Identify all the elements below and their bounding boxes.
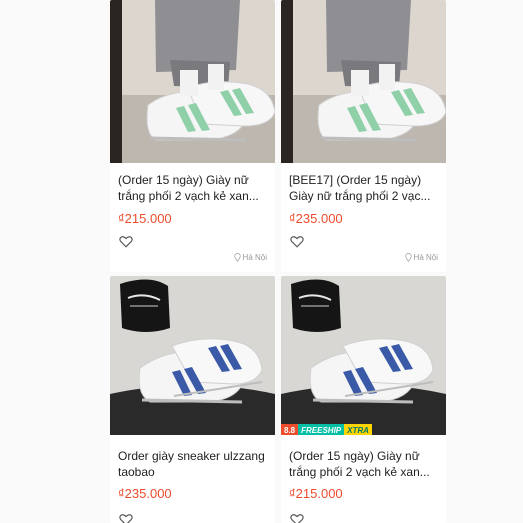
product-title[interactable]: (Order 15 ngày) Giày nữ trắng phối 2 vạc… [118, 172, 267, 204]
location-text: Hà Nội [242, 253, 267, 262]
product-title[interactable]: [BEE17] (Order 15 ngày) Giày nữ trắng ph… [289, 172, 438, 204]
product-title[interactable]: Order giày sneaker ulzzang taobao [118, 448, 267, 480]
freeship-label: FREESHIP [298, 424, 345, 435]
heart-outline-icon[interactable] [119, 513, 133, 523]
product-image[interactable]: 8.8 FREESHIP XTRA [281, 276, 446, 435]
product-card[interactable]: 8.8 FREESHIP XTRA (Order 15 ngày) Giày n… [281, 276, 446, 523]
location-pin-icon [233, 253, 241, 262]
product-price: ₫235.000 [118, 486, 172, 501]
product-card[interactable]: Order giày sneaker ulzzang taobao ₫235.0… [110, 276, 275, 523]
product-price: ₫235.000 [289, 211, 343, 226]
product-card[interactable]: [BEE17] (Order 15 ngày) Giày nữ trắng ph… [281, 0, 446, 272]
location-text: Hà Nội [413, 253, 438, 262]
product-price: ₫215.000 [118, 211, 172, 226]
xtra-label: XTRA [344, 424, 372, 435]
product-card[interactable]: (Order 15 ngày) Giày nữ trắng phối 2 vạc… [110, 0, 275, 272]
product-price: ₫215.000 [289, 486, 343, 501]
freeship-xtra-badge: 8.8 FREESHIP XTRA [281, 424, 372, 435]
product-image[interactable] [110, 0, 275, 163]
location-pin-icon [404, 253, 412, 262]
product-image[interactable] [110, 276, 275, 435]
heart-outline-icon[interactable] [290, 235, 304, 248]
product-image[interactable] [281, 0, 446, 163]
heart-outline-icon[interactable] [119, 235, 133, 248]
location-label: Hà Nội [233, 253, 267, 262]
location-label: Hà Nội [404, 253, 438, 262]
sale-event-label: 8.8 [281, 424, 299, 435]
heart-outline-icon[interactable] [290, 513, 304, 523]
product-title[interactable]: (Order 15 ngày) Giày nữ trắng phối 2 vạc… [289, 448, 438, 480]
